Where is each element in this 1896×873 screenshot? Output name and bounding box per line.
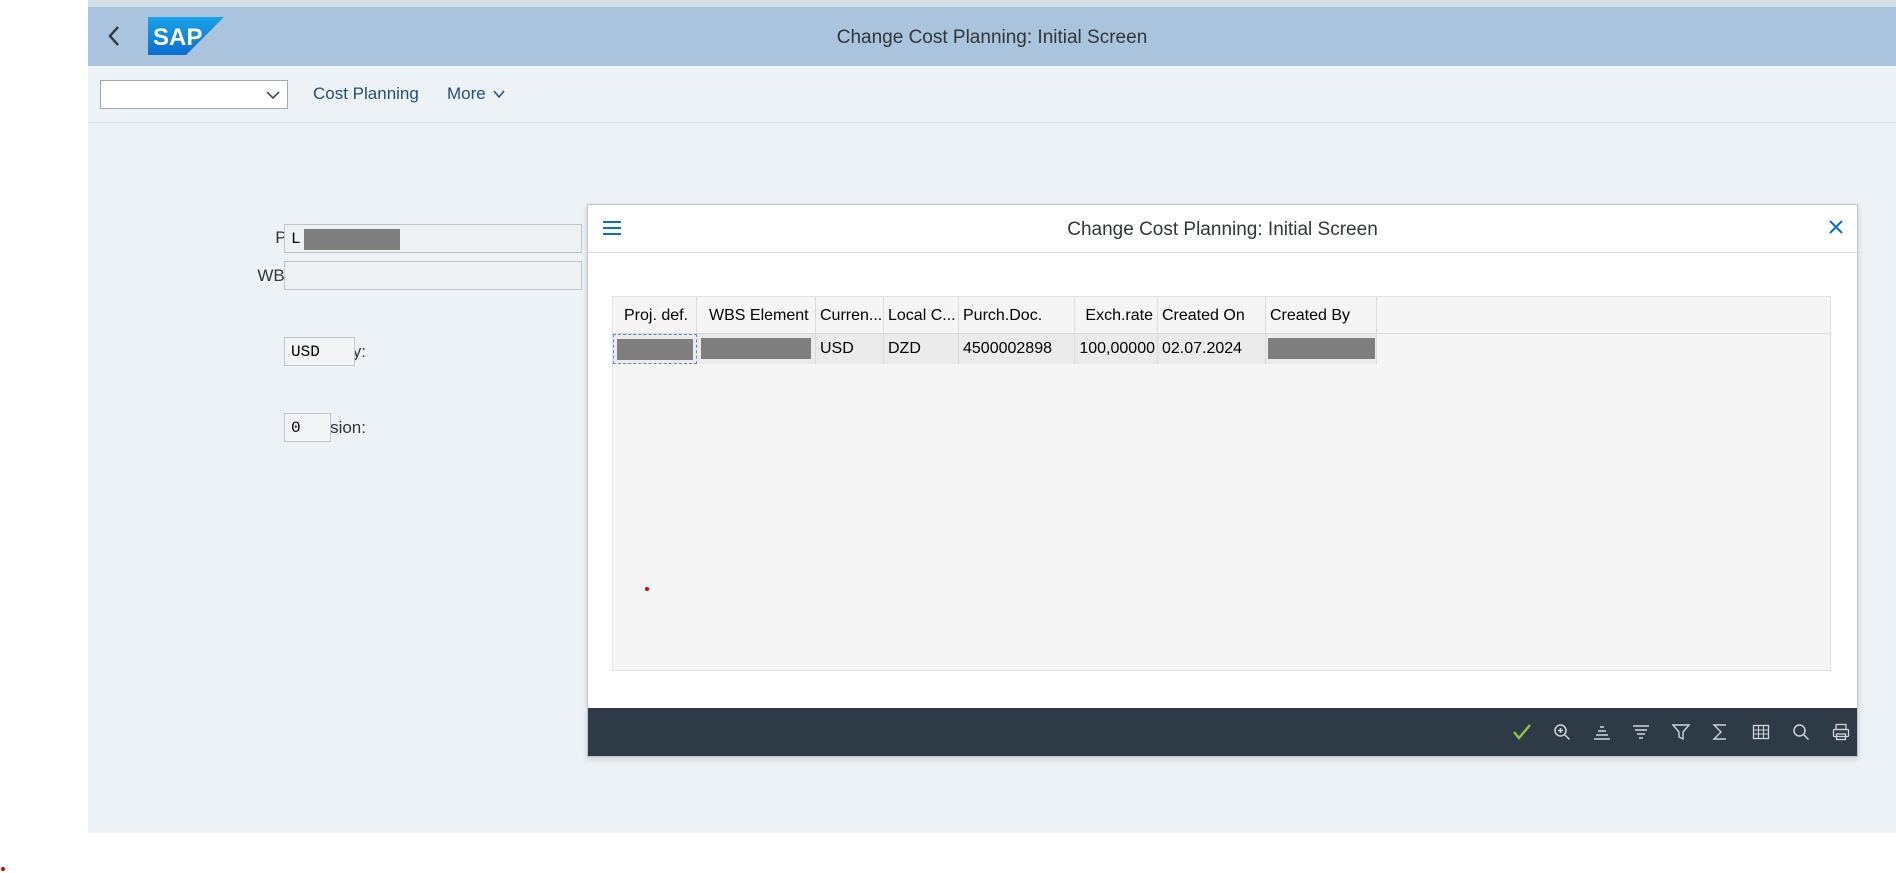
wbs-element-input[interactable] xyxy=(284,261,582,290)
search-icon xyxy=(1793,724,1810,741)
chevron-down-icon xyxy=(266,91,280,100)
cell-exch-rate[interactable]: 100,00000 xyxy=(1075,334,1158,364)
currency-input[interactable]: USD xyxy=(284,337,355,366)
chevron-down-icon xyxy=(493,90,505,99)
close-button[interactable] xyxy=(1827,218,1845,241)
column-header-currency[interactable]: Curren... xyxy=(816,297,884,334)
cell-wbs-element[interactable] xyxy=(697,334,816,364)
sum-icon xyxy=(1712,724,1726,740)
table-settings-icon xyxy=(1752,724,1770,740)
more-button[interactable]: More xyxy=(447,84,506,104)
filter-button[interactable] xyxy=(1669,720,1693,744)
red-dot-marker xyxy=(645,587,649,591)
red-dot-marker xyxy=(1,867,5,871)
filter-icon xyxy=(1672,724,1690,741)
redacted-block xyxy=(701,338,811,359)
cell-local-currency[interactable]: DZD xyxy=(884,334,959,364)
cell-purch-doc[interactable]: 4500002898 xyxy=(959,334,1075,364)
dialog-title: Change Cost Planning: Initial Screen xyxy=(1067,219,1378,240)
column-header-local-currency[interactable]: Local C... xyxy=(884,297,959,334)
cost-planning-label: Cost Planning xyxy=(313,84,419,103)
print-button[interactable] xyxy=(1829,720,1853,744)
sort-ascending-button[interactable] xyxy=(1590,720,1614,744)
accept-button[interactable] xyxy=(1510,720,1534,744)
column-header-created-by[interactable]: Created By xyxy=(1266,297,1377,334)
version-label-wrapper: *Version: xyxy=(166,418,366,438)
selection-dialog: Change Cost Planning: Initial Screen Pro… xyxy=(587,204,1858,757)
zoom-button[interactable] xyxy=(1550,720,1574,744)
cell-created-by[interactable] xyxy=(1266,334,1377,364)
table-settings-button[interactable] xyxy=(1749,720,1773,744)
cell-created-on[interactable]: 02.07.2024 xyxy=(1158,334,1266,364)
version-input[interactable]: 0 xyxy=(284,413,331,442)
column-header-purch-doc[interactable]: Purch.Doc. xyxy=(959,297,1075,334)
cell-proj-def[interactable] xyxy=(613,334,697,364)
sort-descending-icon xyxy=(1633,725,1649,739)
column-header-exch-rate[interactable]: Exch.rate xyxy=(1075,297,1158,334)
checkmark-icon xyxy=(1513,724,1531,740)
shell-bar: SAP Change Cost Planning: Initial Screen xyxy=(88,7,1896,66)
sum-button[interactable] xyxy=(1708,720,1732,744)
top-strip xyxy=(88,0,1896,7)
print-icon xyxy=(1832,723,1850,741)
currency-value: USD xyxy=(291,343,320,361)
redacted-block xyxy=(1268,338,1375,359)
column-header-wbs-element[interactable]: WBS Element xyxy=(697,297,816,334)
search-button[interactable] xyxy=(1789,720,1813,744)
cell-currency[interactable]: USD xyxy=(816,334,884,364)
column-header-created-on[interactable]: Created On xyxy=(1158,297,1266,334)
close-icon xyxy=(1829,220,1843,234)
dialog-header: Change Cost Planning: Initial Screen xyxy=(588,205,1857,253)
shell-title: Change Cost Planning: Initial Screen xyxy=(836,27,1148,48)
version-value: 0 xyxy=(291,419,301,437)
zoom-in-icon xyxy=(1554,724,1571,741)
results-table: Proj. def. WBS Element Curren... Local C… xyxy=(612,296,1831,671)
command-field[interactable] xyxy=(100,80,288,109)
redacted-block xyxy=(304,229,400,250)
sort-descending-button[interactable] xyxy=(1629,720,1653,744)
table-header: Proj. def. WBS Element Curren... Local C… xyxy=(613,297,1830,334)
column-header-proj-def[interactable]: Proj. def. xyxy=(613,297,697,334)
cost-planning-button[interactable]: Cost Planning xyxy=(313,84,419,104)
dialog-footer-toolbar xyxy=(588,708,1857,756)
toolbar: Cost Planning More xyxy=(88,66,1896,123)
sort-ascending-icon xyxy=(1594,726,1610,740)
more-label: More xyxy=(447,84,486,103)
redacted-block xyxy=(617,339,693,360)
